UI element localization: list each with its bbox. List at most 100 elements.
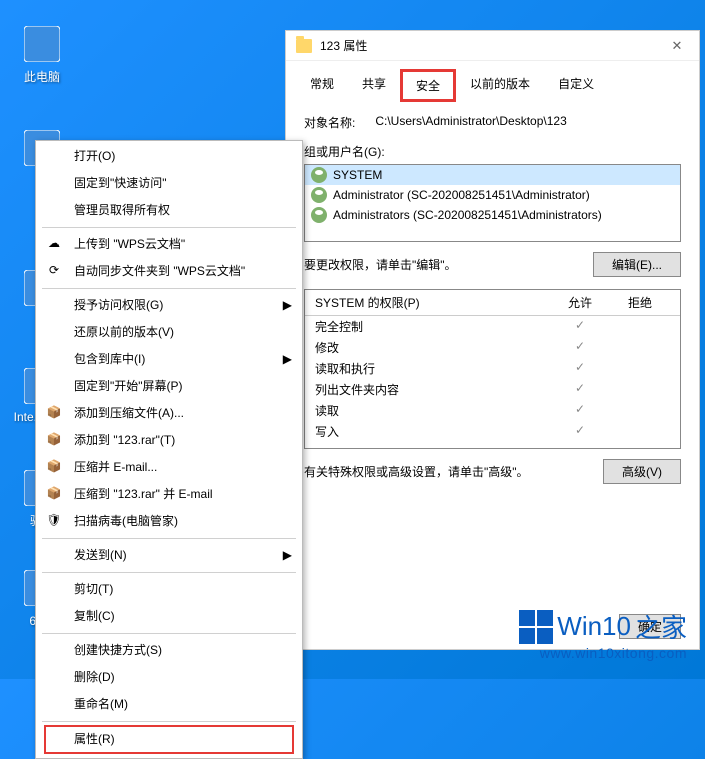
separator bbox=[42, 572, 296, 573]
menu-item[interactable]: 📦添加到压缩文件(A)... bbox=[36, 400, 302, 427]
desktop-icon[interactable]: 此电脑 bbox=[12, 24, 72, 85]
permission-name: 修改 bbox=[315, 339, 550, 356]
tab-以前的版本[interactable]: 以前的版本 bbox=[456, 69, 544, 102]
deny-check-icon bbox=[610, 402, 670, 419]
permission-row: 完全控制✓ bbox=[305, 316, 680, 337]
chevron-right-icon: ▶ bbox=[283, 297, 292, 314]
object-name-label: 对象名称: bbox=[304, 114, 355, 131]
windows-logo-icon bbox=[519, 610, 553, 644]
menu-item[interactable]: 管理员取得所有权 bbox=[36, 197, 302, 224]
permissions-header: SYSTEM 的权限(P) bbox=[315, 294, 550, 311]
permission-name: 列出文件夹内容 bbox=[315, 381, 550, 398]
menu-item[interactable]: ⟳ 自动同步文件夹到 "WPS云文档" bbox=[36, 258, 302, 285]
shield-icon: 🛡 bbox=[46, 512, 62, 528]
menu-item[interactable]: 属性(R) bbox=[44, 725, 294, 754]
menu-item-label: 上传到 "WPS云文档" bbox=[74, 237, 185, 251]
menu-item[interactable]: 发送到(N)▶ bbox=[36, 542, 302, 569]
menu-item-label: 自动同步文件夹到 "WPS云文档" bbox=[74, 264, 245, 278]
app-icon bbox=[22, 24, 62, 64]
menu-item-label: 管理员取得所有权 bbox=[74, 203, 170, 217]
menu-item-label: 扫描病毒(电脑管家) bbox=[74, 514, 178, 528]
tab-共享[interactable]: 共享 bbox=[348, 69, 400, 102]
allow-check-icon: ✓ bbox=[550, 402, 610, 419]
menu-item-label: 压缩并 E-mail... bbox=[74, 460, 157, 474]
menu-item[interactable]: 重命名(M) bbox=[36, 691, 302, 718]
edit-hint: 要更改权限，请单击"编辑"。 bbox=[304, 256, 573, 273]
permission-row: 读取和执行✓ bbox=[305, 358, 680, 379]
allow-check-icon: ✓ bbox=[550, 381, 610, 398]
allow-check-icon: ✓ bbox=[550, 423, 610, 440]
tab-常规[interactable]: 常规 bbox=[296, 69, 348, 102]
deny-check-icon bbox=[610, 381, 670, 398]
context-menu: 打开(O) 固定到"快速访问" 管理员取得所有权 ☁ 上传到 "WPS云文档" ⟳ 自动同步… bbox=[35, 140, 303, 759]
object-name-value: C:\Users\Administrator\Desktop\123 bbox=[375, 114, 566, 131]
archive-icon: 📦 bbox=[46, 485, 62, 501]
deny-check-icon bbox=[610, 339, 670, 356]
tab-bar: 常规共享安全以前的版本自定义 bbox=[296, 69, 689, 102]
permission-name: 读取 bbox=[315, 402, 550, 419]
user-list-item[interactable]: Administrator (SC-202008251451\Administr… bbox=[305, 185, 680, 205]
permission-row: 读取✓ bbox=[305, 400, 680, 421]
dialog-title: 123 属性 bbox=[320, 37, 367, 54]
cloud-up-icon: ☁ bbox=[46, 235, 62, 251]
menu-item[interactable]: 授予访问权限(G) ▶ bbox=[36, 292, 302, 319]
separator bbox=[42, 227, 296, 228]
permissions-table: SYSTEM 的权限(P) 允许 拒绝 完全控制✓修改✓读取和执行✓列出文件夹内… bbox=[304, 289, 681, 449]
dialog-titlebar: 123 属性 ✕ bbox=[286, 31, 699, 61]
menu-item-label: 属性(R) bbox=[74, 732, 115, 746]
separator bbox=[42, 538, 296, 539]
user-icon bbox=[311, 187, 327, 203]
chevron-right-icon: ▶ bbox=[283, 351, 292, 368]
menu-item-label: 打开(O) bbox=[74, 149, 115, 163]
watermark: Win10之家 www.win10xitong.com bbox=[519, 608, 687, 661]
user-list-item[interactable]: Administrators (SC-202008251451\Administ… bbox=[305, 205, 680, 225]
menu-item-label: 固定到"快速访问" bbox=[74, 176, 167, 190]
menu-item[interactable]: 包含到库中(I) ▶ bbox=[36, 346, 302, 373]
menu-item[interactable]: 🛡 扫描病毒(电脑管家) bbox=[36, 508, 302, 535]
menu-item[interactable]: 📦压缩到 "123.rar" 并 E-mail bbox=[36, 481, 302, 508]
menu-item[interactable]: ☁ 上传到 "WPS云文档" bbox=[36, 231, 302, 258]
permission-name: 读取和执行 bbox=[315, 360, 550, 377]
menu-item[interactable]: 创建快捷方式(S) bbox=[36, 637, 302, 664]
edit-button[interactable]: 编辑(E)... bbox=[593, 252, 681, 277]
menu-item-label: 复制(C) bbox=[74, 609, 115, 623]
icon-label: 此电脑 bbox=[12, 68, 72, 85]
close-icon[interactable]: ✕ bbox=[665, 38, 689, 54]
brand-text2: 之家 bbox=[635, 608, 687, 645]
archive-icon: 📦 bbox=[46, 404, 62, 420]
menu-item-label: 固定到"开始"屏幕(P) bbox=[74, 379, 183, 393]
brand-text1: Win10 bbox=[557, 611, 631, 642]
menu-item[interactable]: 剪切(T) bbox=[36, 576, 302, 603]
menu-item[interactable]: 固定到"开始"屏幕(P) bbox=[36, 373, 302, 400]
menu-item-label: 发送到(N) bbox=[74, 548, 127, 562]
user-list-item[interactable]: SYSTEM bbox=[305, 165, 680, 185]
menu-item[interactable]: 还原以前的版本(V) bbox=[36, 319, 302, 346]
menu-item[interactable]: 删除(D) bbox=[36, 664, 302, 691]
separator bbox=[42, 633, 296, 634]
menu-item-label: 包含到库中(I) bbox=[74, 352, 145, 366]
properties-dialog: 123 属性 ✕ 常规共享安全以前的版本自定义 对象名称: C:\Users\A… bbox=[285, 30, 700, 650]
user-name: Administrators (SC-202008251451\Administ… bbox=[333, 208, 602, 222]
menu-item[interactable]: 打开(O) bbox=[36, 143, 302, 170]
separator bbox=[42, 288, 296, 289]
menu-item-label: 授予访问权限(G) bbox=[74, 298, 163, 312]
users-listbox[interactable]: SYSTEM Administrator (SC-202008251451\Adm… bbox=[304, 164, 681, 242]
sync-icon: ⟳ bbox=[46, 262, 62, 278]
permission-name: 完全控制 bbox=[315, 318, 550, 335]
menu-item[interactable]: 📦添加到 "123.rar"(T) bbox=[36, 427, 302, 454]
tab-安全[interactable]: 安全 bbox=[400, 69, 456, 102]
advanced-button[interactable]: 高级(V) bbox=[603, 459, 681, 484]
permission-name: 写入 bbox=[315, 423, 550, 440]
permission-row: 修改✓ bbox=[305, 337, 680, 358]
menu-item[interactable]: 固定到"快速访问" bbox=[36, 170, 302, 197]
menu-item-label: 删除(D) bbox=[74, 670, 115, 684]
menu-item-label: 重命名(M) bbox=[74, 697, 128, 711]
menu-item[interactable]: 📦压缩并 E-mail... bbox=[36, 454, 302, 481]
menu-item-label: 剪切(T) bbox=[74, 582, 113, 596]
permission-row: 列出文件夹内容✓ bbox=[305, 379, 680, 400]
menu-item[interactable]: 复制(C) bbox=[36, 603, 302, 630]
permission-row: 写入✓ bbox=[305, 421, 680, 442]
user-name: Administrator (SC-202008251451\Administr… bbox=[333, 188, 590, 202]
tab-自定义[interactable]: 自定义 bbox=[544, 69, 608, 102]
user-icon bbox=[311, 167, 327, 183]
